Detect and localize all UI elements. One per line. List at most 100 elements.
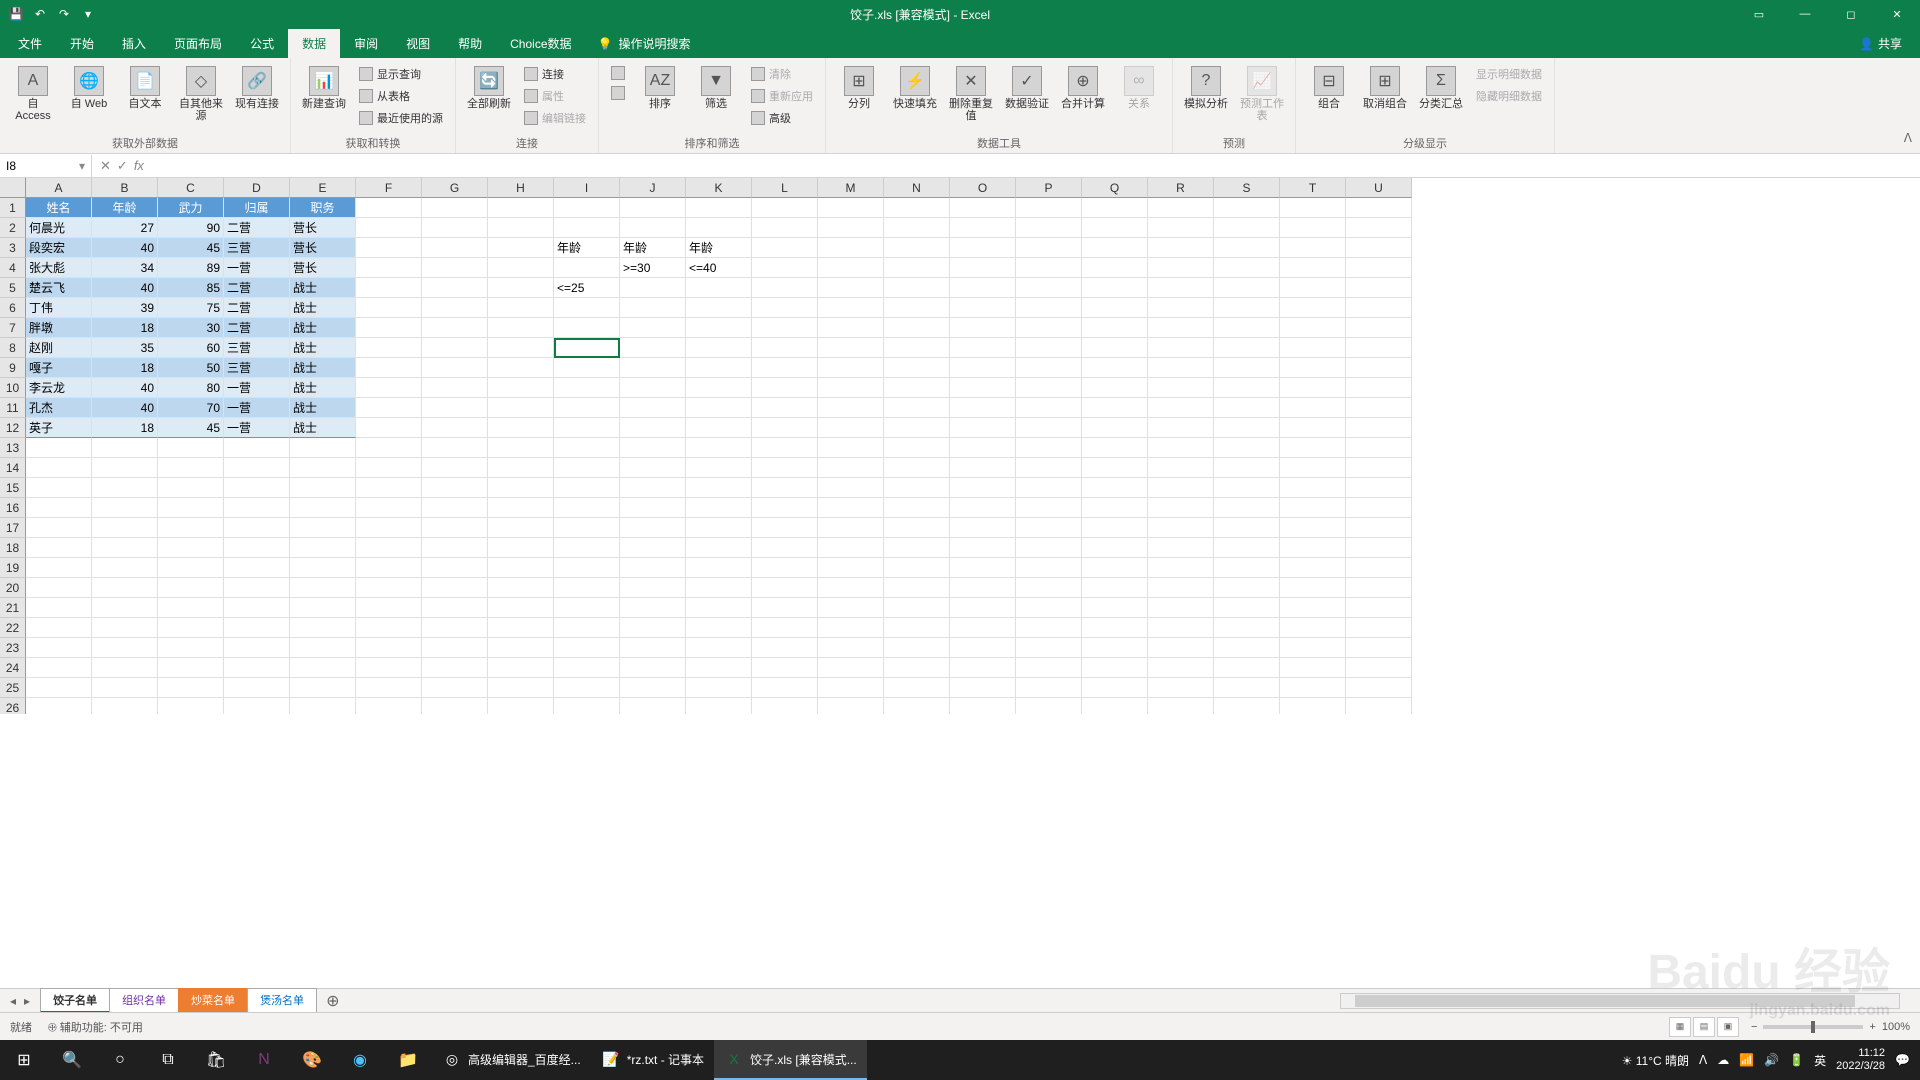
cell[interactable]	[1346, 458, 1412, 478]
cell[interactable]	[488, 278, 554, 298]
cell[interactable]: 35	[92, 338, 158, 358]
battery-icon[interactable]: 🔋	[1789, 1053, 1804, 1067]
cell[interactable]	[884, 638, 950, 658]
row-header[interactable]: 23	[0, 638, 26, 658]
cell[interactable]	[950, 238, 1016, 258]
cell[interactable]	[884, 518, 950, 538]
cell[interactable]	[488, 558, 554, 578]
cell[interactable]	[1016, 678, 1082, 698]
cell[interactable]	[1280, 378, 1346, 398]
cell[interactable]	[356, 418, 422, 438]
cell[interactable]	[1214, 278, 1280, 298]
cell[interactable]: 70	[158, 398, 224, 418]
cell[interactable]	[752, 438, 818, 458]
row-header[interactable]: 2	[0, 218, 26, 238]
existing-conn-button[interactable]: 🔗现有连接	[232, 62, 282, 114]
cell[interactable]	[950, 498, 1016, 518]
cell[interactable]: 战士	[290, 278, 356, 298]
cell[interactable]	[422, 458, 488, 478]
cell[interactable]	[1082, 418, 1148, 438]
cell[interactable]	[1082, 678, 1148, 698]
cell[interactable]	[488, 538, 554, 558]
collapse-ribbon-icon[interactable]: ᐱ	[1904, 131, 1912, 145]
cell[interactable]	[224, 618, 290, 638]
cell[interactable]: 18	[92, 418, 158, 438]
cell[interactable]	[818, 398, 884, 418]
cell[interactable]	[356, 278, 422, 298]
cell[interactable]	[1346, 218, 1412, 238]
cell[interactable]	[620, 218, 686, 238]
cell[interactable]	[620, 678, 686, 698]
cell[interactable]: 一营	[224, 258, 290, 278]
cell[interactable]	[554, 658, 620, 678]
cell[interactable]	[686, 598, 752, 618]
cell[interactable]	[1016, 558, 1082, 578]
cell[interactable]	[1346, 498, 1412, 518]
cell[interactable]: 40	[92, 238, 158, 258]
cell[interactable]	[290, 558, 356, 578]
cell[interactable]	[818, 458, 884, 478]
col-header[interactable]: J	[620, 178, 686, 198]
tray-chevron-icon[interactable]: ᐱ	[1699, 1053, 1707, 1067]
cell[interactable]	[554, 678, 620, 698]
cell[interactable]	[1148, 198, 1214, 218]
col-header[interactable]: C	[158, 178, 224, 198]
undo-icon[interactable]: ↶	[32, 6, 48, 22]
cell[interactable]	[290, 578, 356, 598]
cell[interactable]	[554, 698, 620, 714]
cell[interactable]	[554, 258, 620, 278]
cell[interactable]	[290, 458, 356, 478]
row-header[interactable]: 17	[0, 518, 26, 538]
cell[interactable]	[1280, 658, 1346, 678]
cell[interactable]: 楚云飞	[26, 278, 92, 298]
cell[interactable]	[554, 218, 620, 238]
zoom-slider[interactable]	[1763, 1025, 1863, 1029]
sort-desc-button[interactable]	[607, 84, 629, 102]
cell[interactable]	[1148, 558, 1214, 578]
cell[interactable]	[1214, 638, 1280, 658]
cell[interactable]	[1016, 418, 1082, 438]
cell[interactable]	[1082, 318, 1148, 338]
cell[interactable]	[686, 518, 752, 538]
cell[interactable]: 80	[158, 378, 224, 398]
cell[interactable]	[290, 658, 356, 678]
cell[interactable]	[488, 418, 554, 438]
cell[interactable]: 丁伟	[26, 298, 92, 318]
cell[interactable]	[1082, 638, 1148, 658]
from-other-button[interactable]: ◇自其他来源	[176, 62, 226, 126]
col-header[interactable]: F	[356, 178, 422, 198]
cell[interactable]	[752, 378, 818, 398]
cell[interactable]	[884, 578, 950, 598]
cell[interactable]	[620, 398, 686, 418]
cell[interactable]	[554, 638, 620, 658]
cell[interactable]	[752, 238, 818, 258]
page-layout-icon[interactable]: ▤	[1693, 1017, 1715, 1037]
cell[interactable]	[1346, 298, 1412, 318]
cell[interactable]	[950, 678, 1016, 698]
cell[interactable]	[1016, 238, 1082, 258]
cell[interactable]	[752, 218, 818, 238]
onenote-icon[interactable]: N	[240, 1040, 288, 1080]
cell[interactable]	[1280, 638, 1346, 658]
cell[interactable]	[950, 538, 1016, 558]
cell[interactable]: 40	[92, 278, 158, 298]
cell[interactable]	[1016, 578, 1082, 598]
tab-file[interactable]: 文件	[4, 29, 56, 58]
cell[interactable]	[290, 638, 356, 658]
clock[interactable]: 11:122022/3/28	[1836, 1047, 1885, 1073]
cell[interactable]	[92, 498, 158, 518]
cell[interactable]: 姓名	[26, 198, 92, 218]
cell[interactable]	[26, 518, 92, 538]
cell[interactable]	[752, 538, 818, 558]
cell[interactable]	[356, 238, 422, 258]
cell[interactable]	[1148, 498, 1214, 518]
cell[interactable]	[1280, 618, 1346, 638]
cell[interactable]	[884, 698, 950, 714]
cell[interactable]	[686, 498, 752, 518]
cell[interactable]	[818, 698, 884, 714]
row-header[interactable]: 19	[0, 558, 26, 578]
cell[interactable]	[1082, 478, 1148, 498]
cell[interactable]	[752, 298, 818, 318]
cell[interactable]	[1016, 478, 1082, 498]
row-header[interactable]: 10	[0, 378, 26, 398]
